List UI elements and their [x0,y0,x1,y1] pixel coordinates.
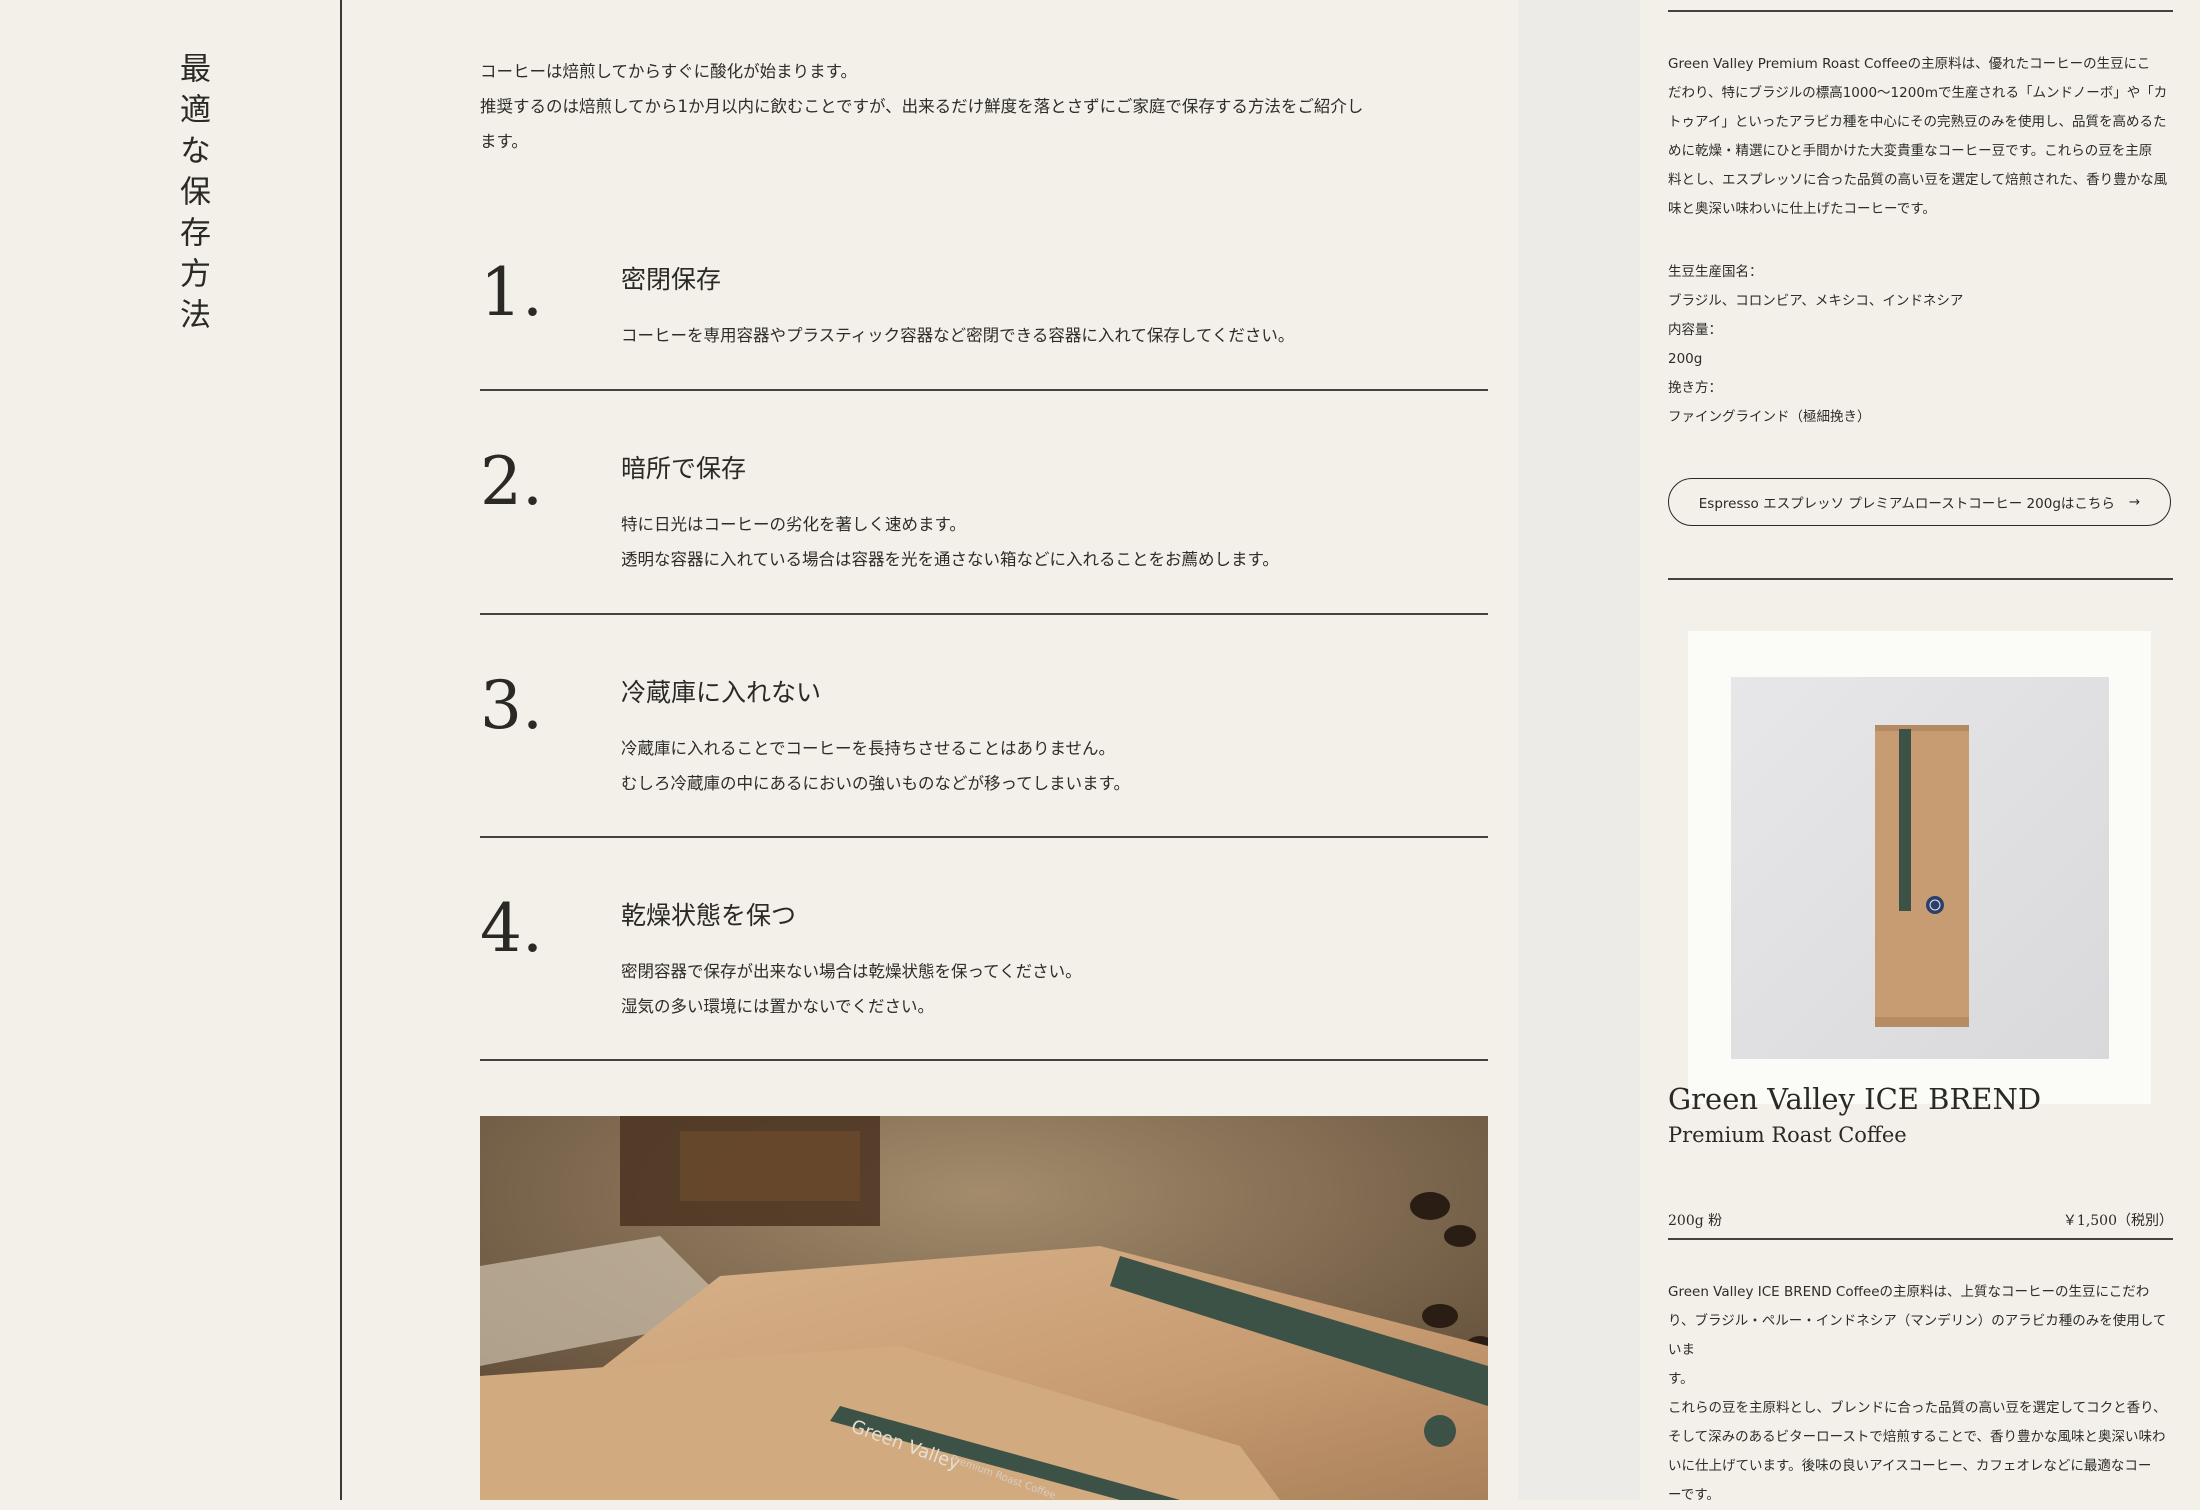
description-line: Green Valley Premium Roast Coffeeの主原料は、優… [1668,56,2151,72]
section-title: 最適な保存方法 [174,52,210,339]
step-line: コーヒーを専用容器やプラスティック容器など密閉できる容器に入れて保存してください… [621,326,1295,345]
product-image [1731,677,2109,1059]
description-line: 料とし、エスプレッソに合った品質の高い豆を選定して焙煎された、香り豊かな風 [1668,172,2168,188]
spec-value-grind: ファイングラインド（極細挽き） [1668,409,1871,425]
step-line: 特に日光はコーヒーの劣化を著しく速めます。 [621,515,966,534]
step-number: 4. [480,890,543,967]
step-title: 密閉保存 [621,265,722,294]
vertical-divider [340,0,342,1500]
description-line: ーです。 [1668,1487,1720,1503]
arrow-right-icon: → [2128,494,2141,510]
spec-value-volume: 200g [1668,351,1703,367]
coffee-bags-photo: Green Valley Premium Roast Coffee [480,1116,1488,1500]
step-body: 特に日光はコーヒーの劣化を著しく速めます。 透明な容器に入れている場合は容器を光… [621,507,1481,577]
espresso-description: Green Valley Premium Roast Coffeeの主原料は、優… [1668,50,2178,224]
step-line: 透明な容器に入れている場合は容器を光を通さない箱などに入れることをお薦めします。 [621,550,1279,569]
description-line: いに仕上げています。後味の良いアイスコーヒー、カフェオレなどに最適なコー [1668,1458,2152,1474]
sidebar-divider [1668,578,2173,580]
intro-line: 推奨するのは焙煎してから1か月以内に飲むことですが、出来るだけ鮮度を落とさずにご… [480,97,1364,116]
product-name: Green Valley ICE BREND [1668,1082,2042,1116]
spec-label-volume: 内容量： [1668,322,1722,338]
ice-blend-description: Green Valley ICE BREND Coffeeの主原料は、上質なコー… [1668,1278,2178,1510]
description-line: り、ブラジル・ペルー・インドネシア（マンデリン）のアラビカ種のみを使用していま [1668,1313,2167,1358]
coffee-bags-illustration: Green Valley Premium Roast Coffee [480,1116,1488,1500]
step-title: 冷蔵庫に入れない [621,678,822,707]
step-line: 湿気の多い環境には置かないでください。 [621,997,935,1016]
product-subtitle: Premium Roast Coffee [1668,1123,1907,1147]
intro-text: コーヒーは焙煎してからすぐに酸化が始まります。 推奨するのは焙煎してから1か月以… [480,54,1480,159]
step-divider [480,613,1488,615]
product-size: 200g 粉 [1668,1213,1723,1229]
description-line: す。 [1668,1371,1694,1387]
step-number: 2. [480,443,543,520]
spec-label-grind: 挽き方： [1668,380,1722,396]
column-gap [1518,0,1640,1500]
description-line: これらの豆を主原料とし、ブレンドに合った品質の高い豆を選定してコクと香り、 [1668,1400,2167,1416]
step-title: 乾燥状態を保つ [621,901,797,930]
left-column: 最適な保存方法 [0,0,340,1500]
step-number: 1. [480,254,543,331]
intro-line: コーヒーは焙煎してからすぐに酸化が始まります。 [480,62,858,81]
step-line: 密閉容器で保存が出来ない場合は乾燥状態を保ってください。 [621,962,1082,981]
description-line: トゥアイ」といったアラビカ種を中心にその完熟豆のみを使用し、品質を高めるた [1668,114,2167,130]
spec-value-origin: ブラジル、コロンビア、メキシコ、インドネシア [1668,293,1964,309]
description-line: そして深みのあるビターローストで焙煎することで、香り豊かな風味と奥深い味わ [1668,1429,2166,1445]
espresso-product-link-button[interactable]: Espresso エスプレッソ プレミアムローストコーヒー 200gはこちら → [1668,478,2171,526]
step-line: むしろ冷蔵庫の中にあるにおいの強いものなどが移ってしまいます。 [621,774,1131,793]
description-line: めに乾燥・精選にひと手間かけた大変貴重なコーヒー豆です。これらの豆を主原 [1668,143,2153,159]
sidebar-divider [1668,10,2173,12]
main-content: コーヒーは焙煎してからすぐに酸化が始まります。 推奨するのは焙煎してから1か月以… [343,0,1518,1500]
description-line: Green Valley ICE BREND Coffeeの主原料は、上質なコー… [1668,1284,2150,1300]
step-body: 密閉容器で保存が出来ない場合は乾燥状態を保ってください。 湿気の多い環境には置か… [621,954,1481,1024]
product-sidebar: Green Valley Premium Roast Coffeeの主原料は、優… [1640,0,2200,1503]
step-body: 冷蔵庫に入れることでコーヒーを長持ちさせることはありません。 むしろ冷蔵庫の中に… [621,731,1481,801]
step-title: 暗所で保存 [621,454,747,483]
step-body: コーヒーを専用容器やプラスティック容器など密閉できる容器に入れて保存してください… [621,318,1481,353]
price-divider [1668,1238,2173,1240]
step-divider [480,1059,1488,1061]
description-line: 味と奥深い味わいに仕上げたコーヒーです。 [1668,201,1936,217]
step-line: 冷蔵庫に入れることでコーヒーを長持ちさせることはありません。 [621,739,1116,758]
product-price: ￥1,500（税別） [2062,1213,2173,1229]
step-number: 3. [480,667,543,744]
product-image-card[interactable] [1688,631,2151,1104]
button-label: Espresso エスプレッソ プレミアムローストコーヒー 200gはこちら [1698,496,2115,512]
description-line: だわり、特にブラジルの標高1000〜1200mで生産される「ムンドノーボ」や「カ [1668,85,2168,101]
product-specs: 生豆生産国名： ブラジル、コロンビア、メキシコ、インドネシア 内容量： 200g… [1668,258,2178,432]
coffee-bag-icon [1875,725,1969,1027]
step-divider [480,836,1488,838]
intro-line: ます。 [480,132,528,151]
spec-label-origin: 生豆生産国名： [1668,264,1763,280]
step-divider [480,389,1488,391]
